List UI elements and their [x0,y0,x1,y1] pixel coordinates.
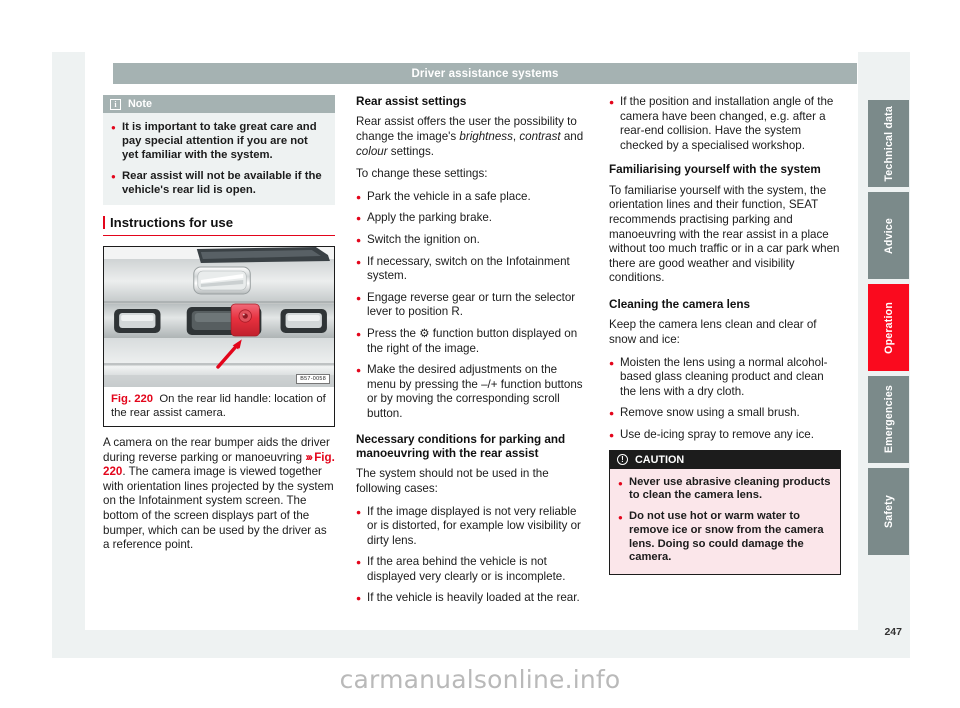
necessary-conditions-list: If the image displayed is not very relia… [356,505,588,607]
heading-cleaning-lens: Cleaning the camera lens [609,297,750,311]
to-change-settings-text: To change these settings: [356,167,488,181]
content-columns: i Note It is important to take great car… [103,95,863,607]
list-item: Apply the parking brake. [356,211,588,226]
list-item: Remove snow using a small brush. [609,406,841,421]
left-body-paragraph: A camera on the rear bumper aids the dri… [103,436,335,553]
ref-chevrons: ››› [305,450,312,464]
caution-label: CAUTION [635,453,685,466]
figure-number: Fig. 220 [111,393,154,405]
sidebar-tab-label: Safety [882,495,895,528]
caution-header: ! CAUTION [610,450,840,469]
sidebar-tab-label: Technical data [882,105,895,182]
list-item: Do not use hot or warm water to remove i… [618,510,832,565]
caution-box: ! CAUTION Never use abrasive cleaning pr… [609,449,841,576]
sidebar-tab-technical-data[interactable]: Technical data [868,100,909,187]
list-item: Engage reverse gear or turn the selector… [356,291,588,320]
figure-image: B57-0058 [104,247,334,387]
sidebar-tab-label: Operation [882,301,895,354]
figure-220: B57-0058 Fig. 220 On the rear lid handle… [103,246,335,427]
note-label: Note [128,98,152,110]
page-root: Driver assistance systems i Note It is i… [0,0,960,708]
heading-necessary-conditions: Necessary conditions for parking and man… [356,432,566,460]
watermark: carmanualsonline.info [339,665,621,694]
list-item: If the position and installation angle o… [609,95,841,153]
page-title: Driver assistance systems [411,67,559,80]
familiarising-text: To familiarise yourself with the system,… [609,183,840,285]
intro-text-d: settings. [387,144,434,158]
section-heading-instructions: Instructions for use [103,215,335,236]
list-item: Never use abrasive cleaning products to … [618,476,832,504]
sidebar-tab-advice[interactable]: Advice [868,192,909,279]
left-body-part-1: A camera on the rear bumper aids the dri… [103,436,330,464]
left-body-part-2: . The camera image is viewed together wi… [103,465,334,552]
list-item: Switch the ignition on. [356,233,588,248]
list-item: Moisten the lens using a normal alcohol-… [609,356,841,400]
term-colour: colour [356,144,388,158]
sidebar-tab-operation[interactable]: Operation [868,284,909,371]
figure-code: B57-0058 [296,374,330,384]
page-number: 247 [884,626,902,638]
note-body: It is important to take great care and p… [103,113,335,205]
column-middle: Rear assist settings Rear assist offers … [356,95,588,613]
sidebar-tab-emergencies[interactable]: Emergencies [868,376,909,463]
term-brightness: brightness [459,130,513,143]
list-item: If the vehicle is heavily loaded at the … [356,591,588,606]
list-item: If necessary, switch on the Infotainment… [356,255,588,284]
conditions-continued-list: If the position and installation angle o… [609,95,841,153]
rear-lid-handle-illustration [104,247,334,387]
exclamation-circle-icon: ! [617,454,628,465]
info-icon: i [110,98,121,110]
figure-caption: Fig. 220 On the rear lid handle: locatio… [104,387,334,426]
side-tab-navigation: Technical data Advice Operation Emergenc… [868,100,909,560]
section-heading-label: Instructions for use [110,215,234,230]
list-item: Park the vehicle in a safe place. [356,190,588,205]
caution-body: Never use abrasive cleaning products to … [610,468,840,575]
note-header: i Note [103,95,335,113]
necessary-conditions-intro: The system should not be used in the fol… [356,467,549,495]
sidebar-tab-label: Advice [882,217,895,254]
list-item: It is important to take great care and p… [111,120,327,162]
intro-text-c: and [560,130,584,143]
list-item: Use de-icing spray to remove any ice. [609,428,841,443]
cleaning-intro-text: Keep the camera lens clean and clear of … [609,318,817,346]
rear-assist-intro: Rear assist offers the user the possibil… [356,115,588,159]
list-item: Press the ⚙ function button displayed on… [356,327,588,356]
heading-familiarising: Familiarising yourself with the system [609,163,821,177]
note-list: It is important to take great care and p… [111,120,327,197]
sidebar-tab-label: Emergencies [882,385,895,454]
list-item: Rear assist will not be available if the… [111,169,327,197]
settings-steps-list: Park the vehicle in a safe place. Apply … [356,190,588,422]
column-right: If the position and installation angle o… [609,95,841,576]
note-box: i Note It is important to take great car… [103,95,335,205]
column-left: i Note It is important to take great car… [103,95,335,561]
heading-rear-assist-settings: Rear assist settings [356,95,467,108]
cleaning-steps-list: Moisten the lens using a normal alcohol-… [609,356,841,443]
list-item: If the image displayed is not very relia… [356,505,588,549]
list-item: If the area behind the vehicle is not di… [356,555,588,584]
caution-list: Never use abrasive cleaning products to … [618,476,832,566]
term-contrast: contrast [519,130,561,143]
list-item: Make the desired adjustments on the menu… [356,363,588,421]
running-header: Driver assistance systems [113,63,857,84]
sidebar-tab-safety[interactable]: Safety [868,468,909,555]
